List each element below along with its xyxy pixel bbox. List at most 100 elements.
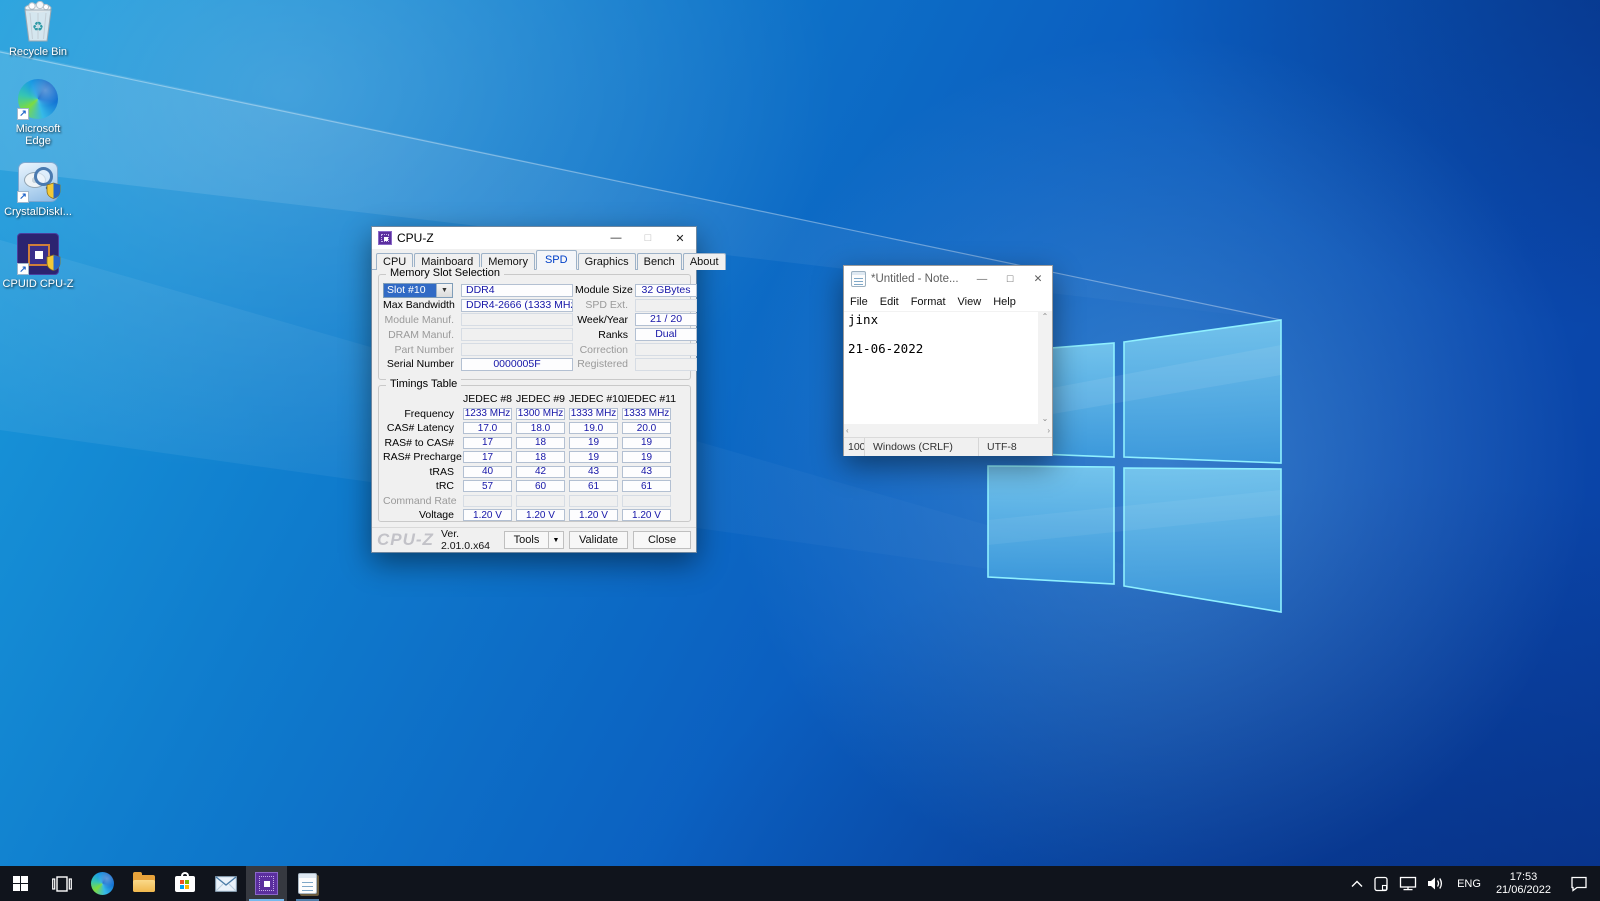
max-bandwidth-field[interactable]: DDR4-2666 (1333 MHz) — [461, 299, 573, 312]
validate-button[interactable]: Validate — [569, 531, 628, 549]
timings-cell[interactable]: 20.0 — [622, 422, 671, 434]
taskbar-edge-button[interactable] — [82, 866, 123, 901]
timings-cell[interactable]: 17.0 — [463, 422, 512, 434]
tools-button[interactable]: Tools — [504, 531, 548, 549]
language-indicator[interactable]: ENG — [1449, 866, 1489, 901]
week-year-field[interactable]: 21 / 20 — [635, 313, 697, 326]
tools-dropdown-arrow[interactable]: ▼ — [548, 531, 564, 549]
tray-time: 17:53 — [1496, 871, 1551, 884]
task-view-icon — [52, 876, 72, 892]
clock[interactable]: 17:53 21/06/2022 — [1489, 866, 1558, 901]
tray-volume-button[interactable] — [1422, 866, 1449, 901]
timings-cell[interactable]: 17 — [463, 451, 512, 463]
mail-icon — [215, 876, 237, 892]
menu-view[interactable]: View — [952, 296, 988, 308]
timings-cell[interactable]: 1233 MHz — [463, 408, 512, 420]
taskbar-mail-button[interactable] — [205, 866, 246, 901]
timings-cell[interactable]: 1.20 V — [463, 509, 512, 521]
tray-chevron-up[interactable] — [1346, 866, 1368, 901]
timings-cell[interactable]: 1.20 V — [569, 509, 618, 521]
cpuz-titlebar[interactable]: CPU-Z — □ ✕ — [372, 227, 696, 249]
taskbar-cpuz-button[interactable] — [246, 866, 287, 901]
timings-cell[interactable]: 40 — [463, 466, 512, 478]
desktop-icon-crystaldiskinfo[interactable]: ↗ CrystalDiskI... — [0, 160, 76, 219]
timings-cell[interactable]: 1300 MHz — [516, 408, 565, 420]
taskbar-store-button[interactable] — [164, 866, 205, 901]
module-type-field[interactable]: DDR4 — [461, 284, 573, 297]
ranks-field[interactable]: Dual — [635, 328, 697, 341]
timings-cell[interactable]: 42 — [516, 466, 565, 478]
cpuz-app-icon — [255, 872, 278, 895]
minimize-button[interactable]: — — [600, 232, 632, 244]
scroll-down-icon[interactable]: ⌄ — [1042, 414, 1049, 424]
spd-ext-field — [635, 299, 697, 312]
timings-cell[interactable]: 61 — [569, 480, 618, 492]
close-app-button[interactable]: Close — [633, 531, 691, 549]
timings-cell[interactable]: 43 — [569, 466, 618, 478]
scroll-left-icon[interactable]: ‹ — [846, 426, 849, 436]
chevron-down-icon[interactable]: ▼ — [436, 284, 452, 297]
timings-cell[interactable]: 18.0 — [516, 422, 565, 434]
timings-cell[interactable]: 61 — [622, 480, 671, 492]
timings-cell[interactable]: 1.20 V — [622, 509, 671, 521]
memory-slot-selection-group: Memory Slot Selection Slot #10 ▼ DDR4 Mo… — [378, 274, 691, 380]
taskbar-file-explorer-button[interactable] — [123, 866, 164, 901]
horizontal-scrollbar[interactable]: ‹ › — [844, 424, 1052, 437]
menu-format[interactable]: Format — [905, 296, 952, 308]
menu-file[interactable]: File — [844, 296, 874, 308]
menu-help[interactable]: Help — [987, 296, 1022, 308]
tab-spd[interactable]: SPD — [536, 250, 577, 270]
timings-cell[interactable]: 19 — [569, 451, 618, 463]
minimize-button[interactable]: — — [968, 273, 996, 285]
crystaldiskinfo-icon: ↗ — [16, 160, 60, 204]
timings-cell[interactable]: 19 — [622, 437, 671, 449]
tab-bench[interactable]: Bench — [637, 253, 682, 270]
module-size-field[interactable]: 32 GBytes — [635, 284, 697, 297]
taskbar-notepad-button[interactable] — [287, 866, 328, 901]
line-ending-indicator: Windows (CRLF) — [865, 438, 979, 456]
timings-cell[interactable]: 19 — [569, 437, 618, 449]
cpuz-footer: CPU-Z Ver. 2.01.0.x64 Tools ▼ Validate C… — [372, 528, 696, 552]
tray-network-button[interactable] — [1394, 866, 1422, 901]
tray-device-button[interactable] — [1368, 866, 1394, 901]
timings-cell[interactable]: 57 — [463, 480, 512, 492]
tab-graphics[interactable]: Graphics — [578, 253, 636, 270]
action-center-button[interactable] — [1558, 866, 1600, 901]
chevron-up-icon — [1351, 880, 1363, 888]
maximize-button[interactable]: □ — [996, 273, 1024, 285]
notepad-titlebar[interactable]: *Untitled - Note... — □ ✕ — [844, 266, 1052, 292]
timings-cell[interactable]: 18 — [516, 451, 565, 463]
timings-cell[interactable]: 60 — [516, 480, 565, 492]
task-view-button[interactable] — [41, 866, 82, 901]
close-button[interactable]: ✕ — [1024, 273, 1052, 285]
timings-cell[interactable]: 43 — [622, 466, 671, 478]
timings-cell[interactable]: 18 — [516, 437, 565, 449]
notepad-text-area[interactable]: jinx 21-06-2022 — [844, 312, 1038, 424]
vertical-scrollbar[interactable]: ⌃ ⌄ — [1038, 312, 1052, 424]
tab-about[interactable]: About — [683, 253, 726, 270]
scroll-up-icon[interactable]: ⌃ — [1042, 312, 1049, 322]
serial-number-field[interactable]: 0000005F — [461, 358, 573, 371]
timings-cell[interactable]: 1333 MHz — [622, 408, 671, 420]
desktop-icon-label: CrystalDiskI... — [4, 206, 72, 219]
timings-cell[interactable]: 1333 MHz — [569, 408, 618, 420]
timings-cell[interactable]: 1.20 V — [516, 509, 565, 521]
scroll-right-icon[interactable]: › — [1047, 426, 1050, 436]
desktop-icon-cpuz[interactable]: ↗ CPUID CPU-Z — [0, 232, 76, 291]
field-label: Correction — [575, 344, 633, 356]
slot-select-dropdown[interactable]: Slot #10 ▼ — [383, 283, 453, 298]
timings-cell[interactable]: 19 — [622, 451, 671, 463]
uac-shield-icon — [46, 254, 61, 276]
tablet-icon — [1373, 876, 1389, 892]
start-button[interactable] — [0, 866, 41, 901]
desktop-icon-edge[interactable]: ↗ Microsoft Edge — [0, 77, 76, 148]
menu-edit[interactable]: Edit — [874, 296, 905, 308]
desktop-icon-recycle-bin[interactable]: ♻ Recycle Bin — [0, 0, 76, 59]
field-label: Module Manuf. — [383, 314, 459, 326]
close-button[interactable]: ✕ — [664, 232, 696, 245]
cpuz-window-title: CPU-Z — [397, 231, 600, 245]
timings-cell[interactable]: 19.0 — [569, 422, 618, 434]
timings-row-label: Command Rate — [383, 495, 459, 507]
timings-cell[interactable]: 17 — [463, 437, 512, 449]
timings-cell — [463, 495, 512, 507]
